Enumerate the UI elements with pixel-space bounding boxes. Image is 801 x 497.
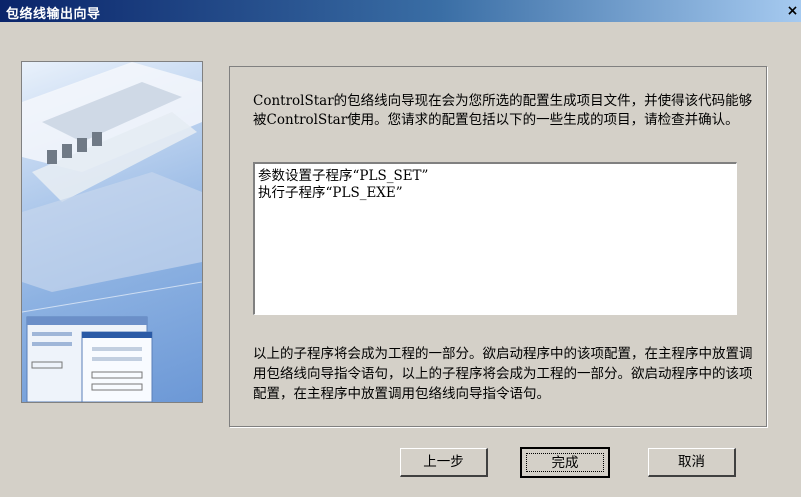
window-title: 包络线输出向导 <box>6 7 101 22</box>
list-item[interactable]: 参数设置子程序“PLS_SET” <box>255 168 736 185</box>
back-button[interactable]: 上一步 <box>400 448 488 477</box>
wizard-description: ControlStar的包络线向导现在会为您所选的配置生成项目文件，并使得该代码… <box>253 93 753 128</box>
generated-items-list[interactable]: 参数设置子程序“PLS_SET” 执行子程序“PLS_EXE” <box>253 162 737 315</box>
title-bar: 包络线输出向导 × <box>0 0 801 22</box>
finish-button[interactable]: 完成 <box>520 447 610 478</box>
close-icon[interactable]: × <box>784 2 801 20</box>
wizard-illustration <box>21 61 203 403</box>
list-item[interactable]: 执行子程序“PLS_EXE” <box>255 185 736 202</box>
finish-button-label: 完成 <box>526 453 604 472</box>
wizard-note: 以上的子程序将会成为工程的一部分。欲启动程序中的该项配置，在主程序中放置调用包络… <box>253 346 753 402</box>
cancel-button[interactable]: 取消 <box>648 448 736 477</box>
